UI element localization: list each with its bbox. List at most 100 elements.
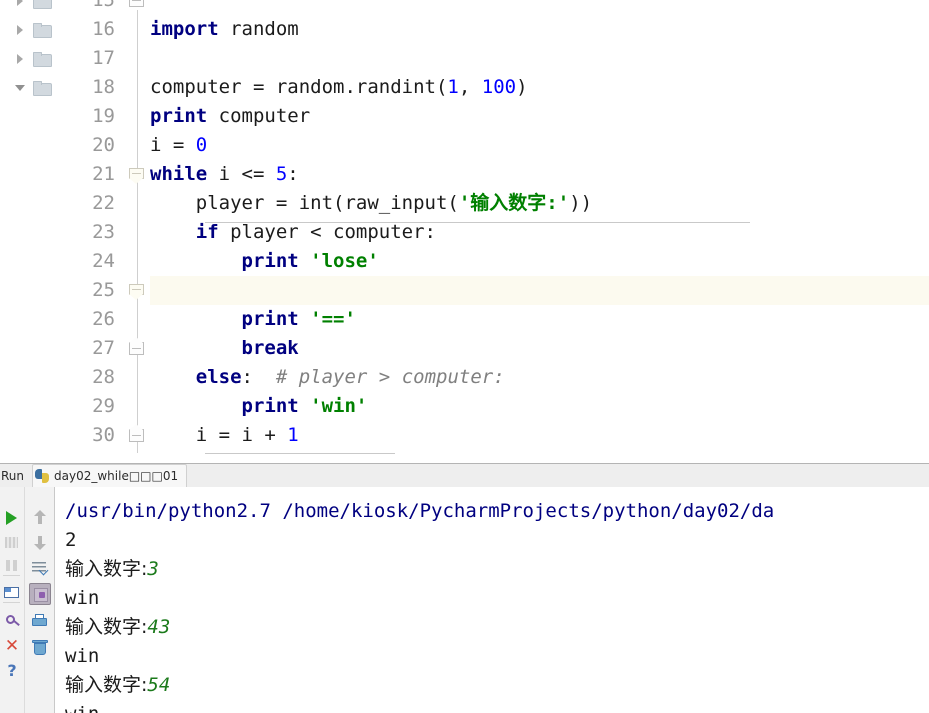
- help-button[interactable]: ?: [1, 660, 23, 682]
- code-token-docstr: """: [150, 0, 185, 11]
- editor-area: 15 16 17 18 19 20 21 22 23 24 25 26 27 28 29 30 """ impo…: [0, 0, 929, 463]
- code-line[interactable]: i = 0: [150, 131, 929, 160]
- code-token-plain: )): [569, 192, 593, 214]
- console-line: 输入数字:54: [65, 671, 170, 700]
- project-tree-row[interactable]: [0, 73, 56, 102]
- code-token-kw: break: [241, 337, 299, 359]
- fold-collapse-down-icon[interactable]: [129, 168, 146, 184]
- code-token-str: 'lose': [310, 250, 379, 272]
- line-number: 21: [92, 163, 115, 185]
- code-token-num: 5: [275, 163, 288, 185]
- code-token-plain: ): [516, 76, 528, 98]
- scroll-down-button[interactable]: [29, 532, 51, 554]
- line-number: 18: [92, 76, 115, 98]
- line-number: 26: [92, 308, 115, 330]
- code-line[interactable]: """: [150, 0, 929, 15]
- editor-gutter-linenumbers[interactable]: 15 16 17 18 19 20 21 22 23 24 25 26 27 28 29 30: [56, 0, 125, 463]
- line-number: 29: [92, 395, 115, 417]
- fold-collapse-up-icon[interactable]: [129, 337, 146, 356]
- console-text-con-out: win: [65, 587, 100, 609]
- editor-fold-strip[interactable]: [125, 0, 150, 463]
- fold-marker-shape: [129, 0, 144, 7]
- code-token-num: 1: [447, 76, 459, 98]
- code-token-kw: print: [241, 308, 299, 330]
- fold-marker-shape: [129, 424, 144, 442]
- run-button[interactable]: [1, 507, 23, 529]
- code-line[interactable]: print computer: [150, 102, 929, 131]
- scroll-to-end-button[interactable]: [29, 583, 51, 605]
- scroll-up-button[interactable]: [29, 507, 51, 529]
- code-token-str: '输入数字:': [458, 192, 570, 214]
- code-token-kw: print: [241, 395, 299, 417]
- project-tree-row[interactable]: [0, 15, 56, 44]
- settings-button[interactable]: [1, 610, 23, 632]
- code-underline-decoration: [205, 222, 750, 223]
- code-line[interactable]: import random: [150, 15, 929, 44]
- stop-button[interactable]: [1, 532, 23, 554]
- project-tree-row[interactable]: [0, 44, 56, 73]
- console-button[interactable]: [1, 582, 23, 604]
- line-number: 28: [92, 366, 115, 388]
- code-line[interactable]: print 'lose': [150, 247, 929, 276]
- run-tab-label: day02_while□□□01: [54, 469, 179, 483]
- code-line[interactable]: while i <= 5:: [150, 160, 929, 189]
- run-configuration-tab[interactable]: day02_while□□□01: [32, 464, 188, 487]
- code-token-plain: player = int(raw_input(: [150, 192, 459, 214]
- code-token-plain: i <=: [207, 163, 276, 185]
- run-window-label: Run: [1, 468, 25, 483]
- code-line[interactable]: print '==': [150, 305, 929, 334]
- console-text-con-in: 54: [147, 674, 171, 696]
- line-number: 30: [92, 424, 115, 446]
- fold-collapse-down-icon[interactable]: [129, 284, 146, 300]
- toolbar-separator: [3, 602, 20, 603]
- code-underline-decoration: [205, 453, 395, 454]
- line-number: 17: [92, 47, 115, 69]
- console-text-con-cjk: 输入数字:: [65, 616, 148, 638]
- chevron-right-icon[interactable]: [14, 52, 28, 66]
- console-text-con-cjk: 输入数字:: [65, 558, 148, 580]
- code-token-plain: i =: [150, 134, 196, 156]
- console-line: win: [65, 642, 99, 671]
- code-line[interactable]: [150, 44, 929, 73]
- chevron-right-icon[interactable]: [14, 23, 28, 37]
- console-output[interactable]: /usr/bin/python2.7 /home/kiosk/PycharmPr…: [55, 487, 929, 713]
- code-token-plain: computer: [207, 105, 311, 127]
- chevron-down-icon[interactable]: [14, 81, 28, 95]
- code-token-kw: import: [150, 18, 219, 40]
- code-line[interactable]: player = int(raw_input('输入数字:')): [150, 189, 929, 218]
- code-token-kw: print: [150, 105, 208, 127]
- console-text-con-cmd: /usr/bin/python2.7 /home/kiosk/PycharmPr…: [65, 500, 775, 522]
- chevron-right-icon[interactable]: [14, 0, 28, 8]
- run-toolbar-right: [25, 487, 55, 713]
- code-token-plain: player < computer:: [218, 221, 436, 243]
- pause-button[interactable]: [1, 555, 23, 577]
- code-line[interactable]: i = i + 1: [150, 421, 929, 450]
- project-tree-row[interactable]: [0, 0, 56, 15]
- console-text-con-out: win: [65, 703, 99, 713]
- project-tree-strip[interactable]: [0, 0, 57, 463]
- code-line[interactable]: print 'win': [150, 392, 929, 421]
- console-line: win: [65, 700, 99, 713]
- line-number: 19: [92, 105, 115, 127]
- close-button[interactable]: ✕: [1, 635, 23, 657]
- soft-wrap-button[interactable]: [29, 557, 51, 579]
- code-token-plain: :: [287, 163, 299, 185]
- code-token-kw: print: [241, 250, 299, 272]
- code-token-plain: computer = random.randint(: [150, 76, 448, 98]
- fold-collapse-up-icon[interactable]: [129, 424, 146, 443]
- code-token-kw: if: [195, 221, 219, 243]
- code-token-kw: else: [195, 366, 242, 388]
- fold-collapse-up-icon[interactable]: [129, 0, 146, 8]
- code-pane[interactable]: """ import random computer = random.randin…: [150, 0, 929, 463]
- code-line[interactable]: computer = random.randint(1, 100): [150, 73, 929, 102]
- clear-all-button[interactable]: [29, 637, 51, 659]
- code-line[interactable]: else: # player > computer:: [150, 363, 929, 392]
- print-button[interactable]: [29, 611, 51, 633]
- fold-guide-line: [137, 10, 138, 453]
- code-line[interactable]: break: [150, 334, 929, 363]
